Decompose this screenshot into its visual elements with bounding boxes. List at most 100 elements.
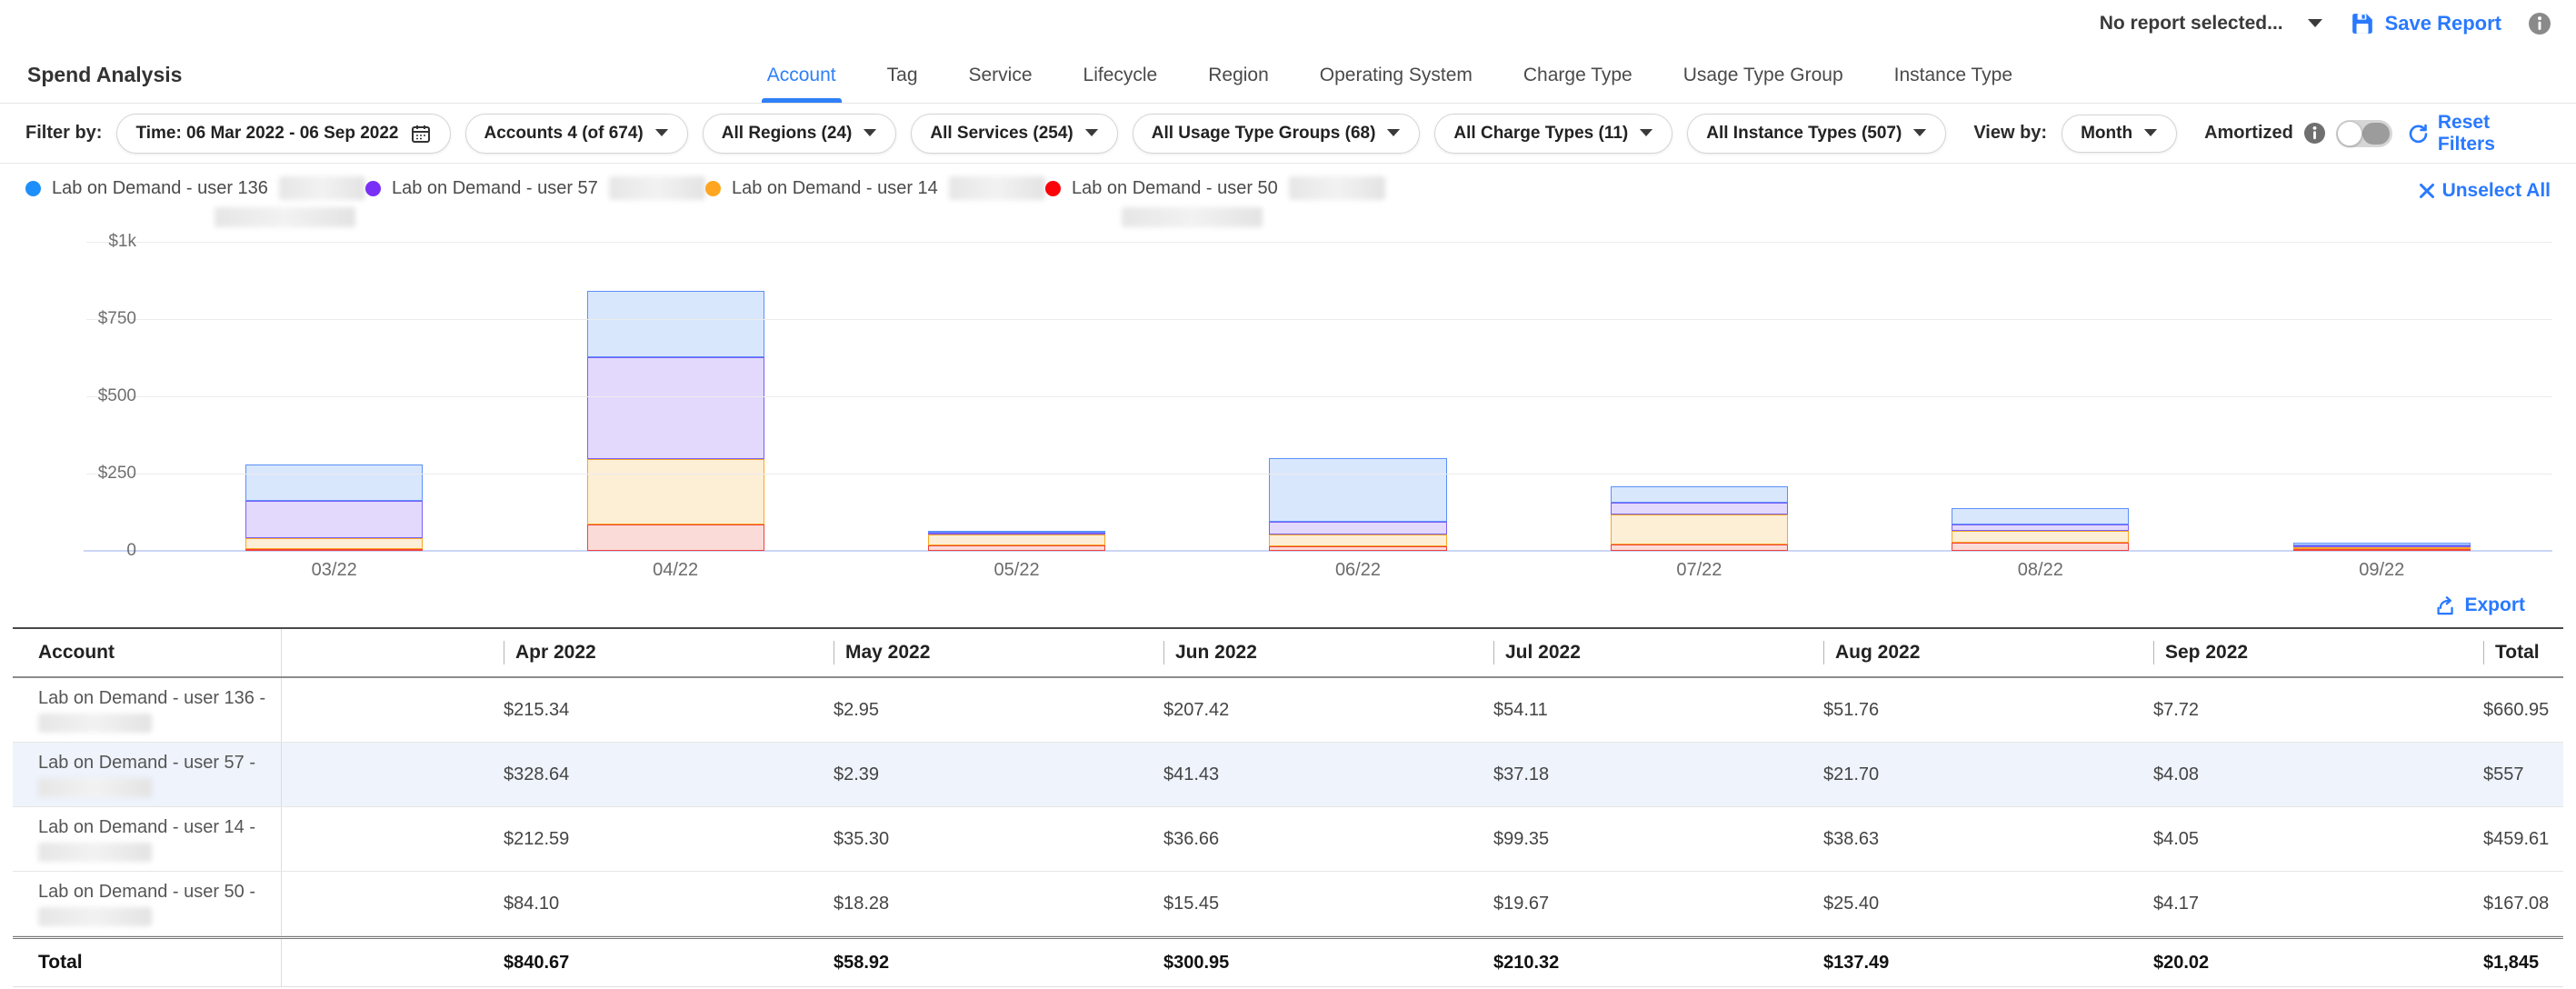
bar-segment-lab-on-demand-user-50[interactable] — [1952, 543, 2129, 551]
save-report-button[interactable]: Save Report — [2351, 12, 2501, 35]
top-bar: No report selected... Save Report — [0, 0, 2576, 47]
refresh-icon — [2407, 123, 2429, 145]
bar-segment-lab-on-demand-user-136[interactable] — [1269, 458, 1446, 523]
redacted-text — [609, 176, 705, 200]
toggle-track-shade — [2362, 123, 2390, 145]
bar-segment-lab-on-demand-user-14[interactable] — [1952, 531, 2129, 543]
filter-pill-accounts-4-of-674-[interactable]: Accounts 4 (of 674) — [465, 114, 688, 154]
bar-segment-lab-on-demand-user-57[interactable] — [1952, 524, 2129, 531]
table-row[interactable]: Lab on Demand - user 14 - $212.59$35.30$… — [13, 807, 2563, 872]
filter-pill-all-charge-types-11-[interactable]: All Charge Types (11) — [1434, 114, 1672, 154]
value-cell: $41.43 — [1163, 764, 1493, 785]
bar-segment-lab-on-demand-user-14[interactable] — [245, 538, 423, 549]
filter-pill-all-usage-type-groups-68-[interactable]: All Usage Type Groups (68) — [1133, 114, 1421, 154]
redacted-text — [1289, 176, 1385, 200]
x-axis-tick-label: 06/22 — [1187, 560, 1528, 581]
filter-pill-time-06-mar-2022-06-sep-2022[interactable]: Time: 06 Mar 2022 - 06 Sep 2022 — [116, 114, 450, 154]
bar-segment-lab-on-demand-user-50[interactable] — [587, 524, 764, 551]
tab-lifecycle[interactable]: Lifecycle — [1083, 47, 1158, 103]
info-icon[interactable] — [2304, 123, 2325, 144]
tab-tag[interactable]: Tag — [887, 47, 918, 103]
caret-down-icon — [654, 128, 669, 138]
value-cell: $167.08 — [2483, 894, 2563, 914]
redacted-text — [38, 843, 152, 862]
bar-segment-lab-on-demand-user-50[interactable] — [928, 545, 1105, 551]
export-button[interactable]: Export — [2434, 594, 2525, 616]
value-cell: $2.95 — [834, 700, 1163, 721]
spend-chart: $1k$750$500$2500 03/2204/2205/2206/2207/… — [0, 227, 2576, 584]
gridline — [86, 319, 2552, 320]
redacted-text — [1122, 207, 1263, 227]
column-header-aug-2022: Aug 2022 — [1823, 641, 2153, 664]
bar-segment-lab-on-demand-user-50[interactable] — [2293, 549, 2471, 551]
caret-down-icon — [2143, 128, 2158, 138]
legend-item-lab-on-demand-user-14[interactable]: Lab on Demand - user 14 — [705, 176, 1045, 200]
bar-segment-lab-on-demand-user-57[interactable] — [1269, 522, 1446, 534]
tab-usage-type-group[interactable]: Usage Type Group — [1683, 47, 1843, 103]
tab-service[interactable]: Service — [969, 47, 1033, 103]
legend-item-lab-on-demand-user-57[interactable]: Lab on Demand - user 57 — [365, 176, 705, 200]
x-axis-tick-label: 04/22 — [504, 560, 845, 581]
bar-segment-lab-on-demand-user-136[interactable] — [1952, 508, 2129, 524]
gridline — [86, 396, 2552, 397]
x-axis-tick-label: 08/22 — [1870, 560, 2211, 581]
bar-segment-lab-on-demand-user-57[interactable] — [1611, 503, 1788, 514]
column-spacer — [282, 629, 504, 676]
gridline — [86, 474, 2552, 475]
report-selector[interactable]: No report selected... — [2100, 13, 2323, 35]
column-header-total: Total — [2483, 641, 2563, 664]
reset-filters-button[interactable]: Reset Filters — [2407, 112, 2551, 155]
legend-item-lab-on-demand-user-136[interactable]: Lab on Demand - user 136 — [25, 176, 365, 200]
value-cell: $4.08 — [2153, 764, 2483, 785]
bar-segment-lab-on-demand-user-50[interactable] — [1269, 546, 1446, 551]
export-bar: Export — [0, 584, 2576, 627]
tab-account[interactable]: Account — [767, 47, 836, 103]
filter-pill-label: All Instance Types (507) — [1706, 124, 1902, 144]
legend-item-lab-on-demand-user-50[interactable]: Lab on Demand - user 50 — [1045, 176, 1385, 200]
legend-dot-icon — [365, 181, 381, 196]
view-by-select[interactable]: Month — [2062, 115, 2177, 153]
stacked-bar — [1611, 486, 1788, 551]
tab-instance-type[interactable]: Instance Type — [1894, 47, 2012, 103]
table-row[interactable]: Lab on Demand - user 136 - $215.34$2.95$… — [13, 678, 2563, 743]
close-icon — [2419, 183, 2435, 199]
caret-down-icon — [1386, 128, 1401, 138]
reset-filters-label: Reset Filters — [2438, 112, 2551, 155]
table-row[interactable]: Lab on Demand - user 57 - $328.64$2.39$4… — [13, 743, 2563, 807]
tab-region[interactable]: Region — [1208, 47, 1269, 103]
filter-pill-all-instance-types-507-[interactable]: All Instance Types (507) — [1687, 114, 1946, 154]
total-label-cell: Total — [13, 939, 282, 986]
bar-segment-lab-on-demand-user-14[interactable] — [928, 534, 1105, 545]
bar-segment-lab-on-demand-user-57[interactable] — [245, 501, 423, 539]
account-name: Lab on Demand - user 50 - — [38, 882, 281, 903]
bar-segment-lab-on-demand-user-136[interactable] — [1611, 486, 1788, 503]
total-value-cell: $300.95 — [1163, 953, 1493, 974]
filter-bar: Filter by: Time: 06 Mar 2022 - 06 Sep 20… — [0, 104, 2576, 164]
filter-pill-label: Time: 06 Mar 2022 - 06 Sep 2022 — [135, 124, 398, 144]
filter-pill-label: All Usage Type Groups (68) — [1152, 124, 1376, 144]
value-cell: $51.76 — [1823, 700, 2153, 721]
bar-segment-lab-on-demand-user-57[interactable] — [587, 357, 764, 459]
stacked-bar — [245, 465, 423, 551]
export-icon — [2434, 595, 2455, 616]
account-cell: Lab on Demand - user 136 - — [13, 678, 282, 742]
bar-segment-lab-on-demand-user-50[interactable] — [245, 549, 423, 551]
info-icon[interactable] — [2529, 13, 2551, 35]
redacted-text — [215, 207, 355, 227]
table-row[interactable]: Lab on Demand - user 50 - $84.10$18.28$1… — [13, 872, 2563, 936]
amortized-toggle[interactable] — [2336, 120, 2392, 147]
bar-segment-lab-on-demand-user-136[interactable] — [587, 291, 764, 357]
bar-segment-lab-on-demand-user-136[interactable] — [245, 465, 423, 501]
filter-pill-all-services-254-[interactable]: All Services (254) — [911, 114, 1117, 154]
value-cell: $459.61 — [2483, 829, 2563, 850]
header-tick — [1163, 641, 1164, 664]
tab-operating-system[interactable]: Operating System — [1320, 47, 1473, 103]
bar-segment-lab-on-demand-user-14[interactable] — [1611, 514, 1788, 545]
stacked-bar — [1269, 458, 1446, 551]
unselect-all-button[interactable]: Unselect All — [2419, 180, 2551, 202]
bar-segment-lab-on-demand-user-50[interactable] — [1611, 544, 1788, 551]
tab-charge-type[interactable]: Charge Type — [1523, 47, 1632, 103]
bar-segment-lab-on-demand-user-14[interactable] — [1269, 534, 1446, 546]
filter-pill-all-regions-24-[interactable]: All Regions (24) — [703, 114, 897, 154]
bar-segment-lab-on-demand-user-14[interactable] — [587, 459, 764, 524]
